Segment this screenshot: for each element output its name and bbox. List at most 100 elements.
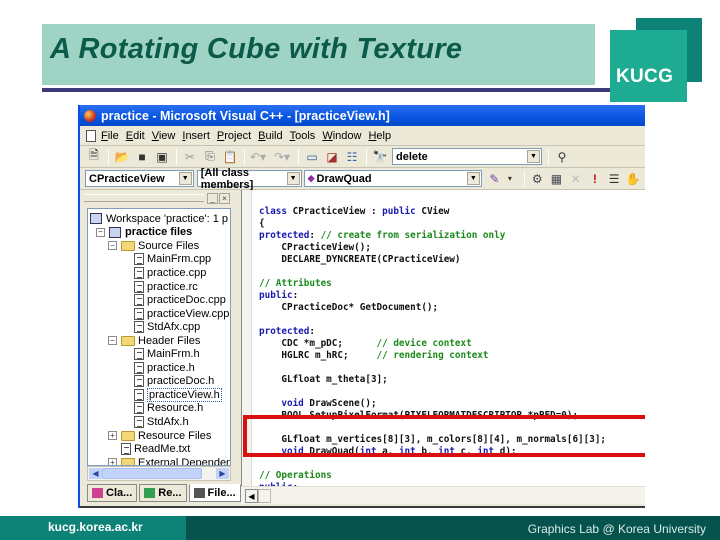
tree-item[interactable]: + Resource Files	[108, 429, 211, 443]
chevron-down-icon[interactable]: ▼	[466, 172, 480, 185]
find-in-files-icon[interactable]: 🔭	[372, 149, 388, 165]
filter-combo-value: [All class members]	[200, 166, 254, 191]
window-titlebar[interactable]: practice - Microsoft Visual C++ - [pract…	[80, 105, 645, 126]
project-icon	[109, 226, 121, 238]
file-icon	[134, 416, 144, 429]
filter-combo[interactable]: [All class members] ▼	[196, 167, 302, 191]
editor-horizontal-scrollbar[interactable]: ◀	[241, 486, 645, 504]
code-token: DECLARE_DYNCREATE(CPracticeView)	[259, 254, 461, 265]
workspace-tab[interactable]: File...	[188, 484, 241, 502]
file-icon	[134, 402, 144, 415]
menu-view[interactable]: View	[152, 130, 176, 142]
tree-item[interactable]: practice.cpp	[134, 266, 206, 280]
tree-item[interactable]: Workspace 'practice': 1 p	[90, 212, 228, 226]
window-list-icon[interactable]: ☷	[344, 149, 360, 165]
cut-icon[interactable]: ✂	[182, 149, 198, 165]
tree-item[interactable]: MainFrm.cpp	[134, 253, 211, 267]
scroll-left-icon[interactable]: ◀	[89, 468, 102, 479]
toolbar-separator	[366, 148, 367, 165]
tree-item-label: practiceView.cpp	[147, 307, 230, 320]
file-icon	[134, 321, 144, 334]
classview-icon	[92, 488, 103, 498]
scrollbar-thumb[interactable]	[258, 489, 271, 503]
pane-grip[interactable]	[84, 194, 204, 202]
toolbar-separator	[108, 148, 109, 165]
tree-item[interactable]: Resource.h	[134, 402, 203, 416]
tree-item[interactable]: − practice files	[96, 226, 192, 240]
scroll-right-icon[interactable]: ▶	[216, 468, 229, 479]
find-combo[interactable]: delete ▼	[392, 148, 542, 165]
tree-item[interactable]: practice.h	[134, 361, 195, 375]
go-hand-icon[interactable]: ✋	[626, 171, 641, 187]
scrollbar-thumb[interactable]	[102, 468, 202, 479]
workspace-icon[interactable]: ▭	[304, 149, 320, 165]
output-icon[interactable]: ◪	[324, 149, 340, 165]
chevron-down-icon[interactable]: ▼	[527, 150, 540, 163]
menu-project[interactable]: Project	[217, 130, 251, 142]
collapse-icon[interactable]: −	[108, 241, 117, 251]
scroll-left-icon[interactable]: ◀	[245, 489, 258, 503]
workspace-tab[interactable]: Re...	[139, 484, 187, 502]
tree-item-label: StdAfx.cpp	[147, 321, 201, 334]
workspace-tab-label: File...	[207, 487, 236, 499]
collapse-icon[interactable]: −	[96, 227, 105, 237]
undo-icon[interactable]: ↶▾	[250, 149, 266, 165]
tree-item[interactable]: StdAfx.cpp	[134, 320, 200, 334]
tree-item-label: practiceDoc.cpp	[147, 294, 226, 307]
class-combo[interactable]: CPracticeView ▼	[85, 170, 194, 187]
menu-edit[interactable]: Edit	[126, 130, 145, 142]
tree-item[interactable]: − Source Files	[108, 239, 199, 253]
tree-item[interactable]: ReadMe.txt	[121, 442, 190, 456]
save-all-icon[interactable]: ▣	[154, 149, 170, 165]
binoculars-icon[interactable]: ⚲	[554, 149, 570, 165]
expand-icon[interactable]: +	[108, 431, 117, 441]
menu-file[interactable]: File	[101, 130, 119, 142]
code-token: GLfloat m_theta[3];	[259, 374, 388, 385]
menu-build[interactable]: Build	[258, 130, 282, 142]
class-combo-value: CPracticeView	[89, 172, 165, 185]
copy-icon[interactable]: ⎘	[202, 149, 218, 165]
chevron-down-icon[interactable]: ▼	[286, 172, 300, 185]
chevron-down-icon[interactable]: ▼	[178, 172, 192, 185]
code-keyword: public	[382, 206, 416, 217]
tree-item-label: Resource Files	[138, 429, 212, 442]
close-pane-button[interactable]: ×	[219, 193, 230, 204]
stop-build-icon[interactable]: ✕	[568, 171, 583, 187]
tree-item[interactable]: practiceView.cpp	[134, 307, 229, 321]
tree-item[interactable]: practiceDoc.h	[134, 375, 214, 389]
tree-item[interactable]: practiceDoc.cpp	[134, 293, 226, 307]
tree-horizontal-scrollbar[interactable]: ◀ ▶	[87, 466, 231, 481]
file-tree: Workspace 'practice': 1 p − practice files…	[87, 208, 231, 466]
members-combo[interactable]: ◆ DrawQuad ▼	[303, 170, 482, 187]
menu-tools[interactable]: Tools	[290, 130, 316, 142]
tree-item[interactable]: MainFrm.h	[134, 348, 200, 362]
menu-window[interactable]: Window	[322, 130, 361, 142]
tree-item[interactable]: + External Dependen	[108, 456, 230, 465]
insert-breakpoint-icon[interactable]: ☰	[607, 171, 622, 187]
code-token: :	[309, 326, 315, 337]
execute-icon[interactable]: !	[587, 171, 602, 187]
new-text-file-icon[interactable]: 🗎	[86, 148, 102, 165]
tree-item[interactable]: StdAfx.h	[134, 415, 189, 429]
folder-icon	[121, 457, 135, 465]
document-icon[interactable]	[86, 129, 96, 142]
save-icon[interactable]: ■	[134, 149, 150, 165]
minimize-pane-button[interactable]: _	[207, 193, 218, 204]
wizard-action-icon[interactable]: ✎	[487, 171, 502, 187]
tree-item[interactable]: practiceView.h	[134, 387, 222, 402]
code-editor[interactable]: class CPracticeView : public CView{prote…	[241, 190, 645, 486]
menu-help[interactable]: Help	[368, 130, 391, 142]
redo-icon[interactable]: ↷▾	[274, 149, 290, 165]
collapse-icon[interactable]: −	[108, 336, 117, 346]
tree-item[interactable]: − Header Files	[108, 334, 200, 348]
build-icon[interactable]: ▦	[549, 171, 564, 187]
paste-icon[interactable]: 📋	[222, 149, 238, 165]
menu-insert[interactable]: Insert	[182, 130, 210, 142]
tree-item[interactable]: practice.rc	[134, 280, 198, 294]
toolbar-separator	[523, 170, 525, 187]
open-folder-icon[interactable]: 📂	[114, 149, 130, 165]
workspace-tab[interactable]: Cla...	[87, 484, 138, 502]
chevron-down-icon[interactable]: ▾	[506, 171, 514, 187]
expand-icon[interactable]: +	[108, 458, 117, 465]
compile-icon[interactable]: ⚙	[530, 171, 545, 187]
